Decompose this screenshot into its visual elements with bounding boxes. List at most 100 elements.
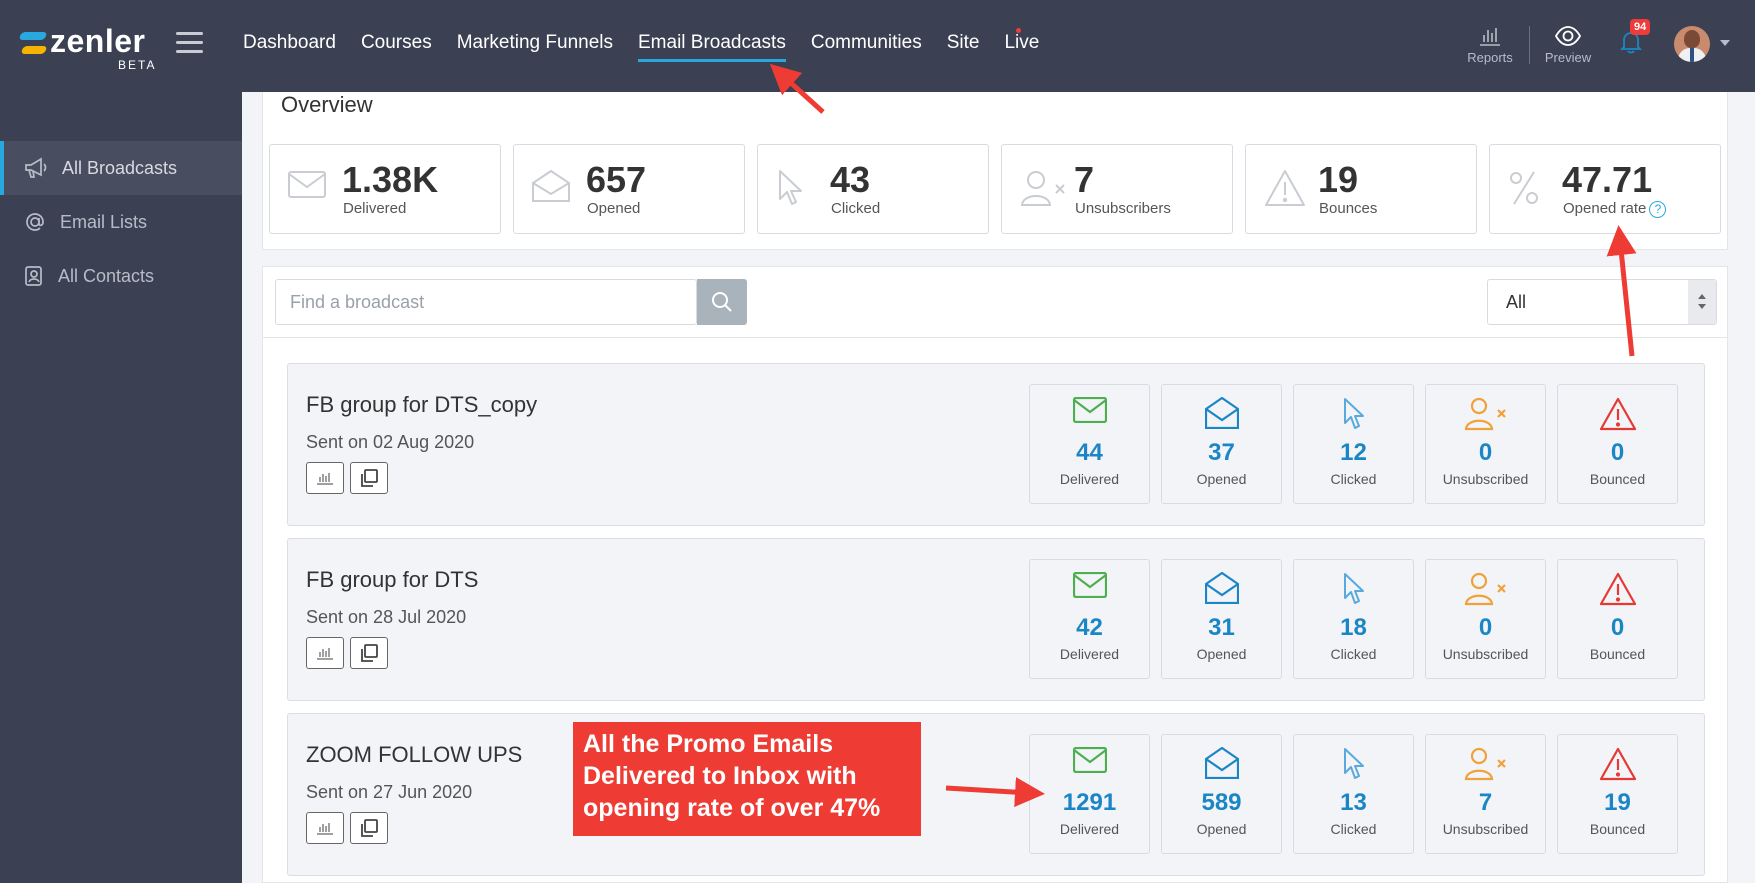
- report-button[interactable]: [306, 462, 344, 494]
- delivered-label: Delivered: [1059, 821, 1120, 837]
- sidebar-item-all-contacts[interactable]: All Contacts: [0, 249, 242, 303]
- stat-label: Opened: [587, 200, 641, 217]
- user-menu-chevron-down-icon[interactable]: [1720, 40, 1730, 46]
- broadcast-name[interactable]: ZOOM FOLLOW UPS: [306, 742, 522, 768]
- preview-button[interactable]: Preview: [1538, 26, 1598, 65]
- unsubscribed-value: 0: [1478, 439, 1493, 466]
- hamburger-menu-icon[interactable]: [176, 32, 203, 54]
- sidebar-item-email-lists[interactable]: Email Lists: [0, 195, 242, 249]
- broadcast-filter-select[interactable]: All: [1487, 279, 1717, 325]
- opened-label: Opened: [1196, 471, 1247, 487]
- search-button[interactable]: [697, 279, 747, 325]
- duplicate-button[interactable]: [350, 637, 388, 669]
- nav-marketing-funnels[interactable]: Marketing Funnels: [457, 32, 613, 62]
- nav-communities[interactable]: Communities: [811, 32, 922, 62]
- divider: [263, 337, 1727, 338]
- search-box: [275, 279, 697, 325]
- nav-live[interactable]: Live: [1004, 28, 1040, 62]
- search-icon: [712, 292, 732, 312]
- warning-icon: [1265, 170, 1305, 206]
- help-icon[interactable]: ?: [1649, 200, 1667, 218]
- copy-icon: [361, 819, 378, 837]
- broadcast-name[interactable]: FB group for DTS: [306, 567, 478, 593]
- stat-bounces: 19 Bounces: [1245, 144, 1477, 234]
- cursor-icon: [1343, 748, 1364, 779]
- stat-clicked: 43 Clicked: [757, 144, 989, 234]
- broadcast-list-panel: All FB group for DTS_copy Sent on 02 Aug…: [262, 266, 1728, 883]
- broadcast-date: Sent on 02 Aug 2020: [306, 432, 475, 452]
- open-envelope-icon: [1204, 572, 1239, 604]
- top-navbar: zenler BETA Dashboard Courses Marketing …: [0, 0, 1755, 92]
- envelope-icon: [1072, 747, 1107, 773]
- opened-stat: 589 Opened: [1161, 734, 1282, 854]
- nav-site[interactable]: Site: [947, 32, 980, 62]
- bounced-stat: 0 Bounced: [1557, 384, 1678, 504]
- opened-value: 37: [1208, 439, 1235, 466]
- broadcast-date: Sent on 27 Jun 2020: [306, 782, 473, 802]
- bounced-value: 0: [1610, 439, 1625, 466]
- stat-label: Unsubscribers: [1075, 200, 1171, 217]
- report-button[interactable]: [306, 637, 344, 669]
- broadcast-card[interactable]: ZOOM FOLLOW UPS Sent on 27 Jun 2020 1291…: [287, 713, 1705, 876]
- stat-delivered: 1.38K Delivered: [269, 144, 501, 234]
- annotation-line: Delivered to Inbox with: [583, 762, 857, 790]
- topbar-divider: [1529, 26, 1530, 64]
- warning-icon: [1599, 397, 1636, 431]
- zenler-logo[interactable]: zenler BETA: [18, 23, 154, 72]
- sidebar-item-all-broadcasts[interactable]: All Broadcasts: [0, 141, 242, 195]
- delivered-value: 1291: [1062, 789, 1117, 816]
- unsubscribed-stat: 0 Unsubscribed: [1425, 559, 1546, 679]
- user-avatar[interactable]: [1674, 26, 1710, 62]
- unsubscribed-label: Unsubscribed: [1442, 646, 1529, 662]
- nav-email-broadcasts[interactable]: Email Broadcasts: [638, 32, 786, 62]
- bounced-label: Bounced: [1589, 471, 1646, 487]
- warning-icon: [1599, 572, 1636, 606]
- brand-beta-tag: BETA: [118, 58, 157, 72]
- nav-courses[interactable]: Courses: [361, 32, 432, 62]
- unsubscribed-label: Unsubscribed: [1442, 821, 1529, 837]
- delivered-stat: 44 Delivered: [1029, 384, 1150, 504]
- megaphone-icon: [25, 157, 47, 178]
- opened-value: 31: [1208, 614, 1235, 641]
- delivered-label: Delivered: [1059, 471, 1120, 487]
- warning-icon: [1599, 747, 1636, 781]
- bounced-label: Bounced: [1589, 646, 1646, 662]
- bounced-label: Bounced: [1589, 821, 1646, 837]
- duplicate-button[interactable]: [350, 812, 388, 844]
- cursor-icon: [779, 170, 802, 205]
- delivered-stat: 1291 Delivered: [1029, 734, 1150, 854]
- stat-label: Bounces: [1319, 200, 1378, 217]
- sidebar-item-label: All Broadcasts: [62, 157, 178, 178]
- stat-value: 7: [1074, 159, 1095, 200]
- bounced-stat: 0 Bounced: [1557, 559, 1678, 679]
- delivered-stat: 42 Delivered: [1029, 559, 1150, 679]
- bounced-value: 19: [1604, 789, 1631, 816]
- broadcast-name[interactable]: FB group for DTS_copy: [306, 392, 537, 418]
- report-button[interactable]: [306, 812, 344, 844]
- opened-label: Opened: [1196, 646, 1247, 662]
- notification-count-badge: 94: [1630, 19, 1651, 35]
- broadcast-card[interactable]: FB group for DTS_copy Sent on 02 Aug 202…: [287, 363, 1705, 526]
- envelope-icon: [1072, 572, 1107, 598]
- stat-label-text: Opened rate: [1563, 200, 1647, 217]
- clicked-value: 12: [1340, 439, 1367, 466]
- bounced-value: 0: [1610, 614, 1625, 641]
- search-input[interactable]: [276, 280, 676, 324]
- stat-label: Opened rate?: [1563, 200, 1667, 218]
- unsubscribed-stat: 0 Unsubscribed: [1425, 384, 1546, 504]
- nav-dashboard[interactable]: Dashboard: [243, 32, 336, 62]
- reports-button[interactable]: Reports: [1460, 26, 1520, 65]
- stat-opened: 657 Opened: [513, 144, 745, 234]
- sidebar-item-label: All Contacts: [58, 265, 155, 286]
- clicked-value: 13: [1340, 789, 1367, 816]
- copy-icon: [361, 469, 378, 487]
- brand-name: zenler: [50, 23, 146, 59]
- duplicate-button[interactable]: [350, 462, 388, 494]
- broadcast-card[interactable]: FB group for DTS Sent on 28 Jul 2020 42 D…: [287, 538, 1705, 701]
- opened-stat: 31 Opened: [1161, 559, 1282, 679]
- clicked-label: Clicked: [1330, 646, 1377, 662]
- bar-chart-icon: [317, 473, 333, 485]
- sidebar-item-label: Email Lists: [60, 211, 148, 232]
- nav-live-label: Live: [1004, 32, 1040, 53]
- envelope-icon: [288, 171, 326, 198]
